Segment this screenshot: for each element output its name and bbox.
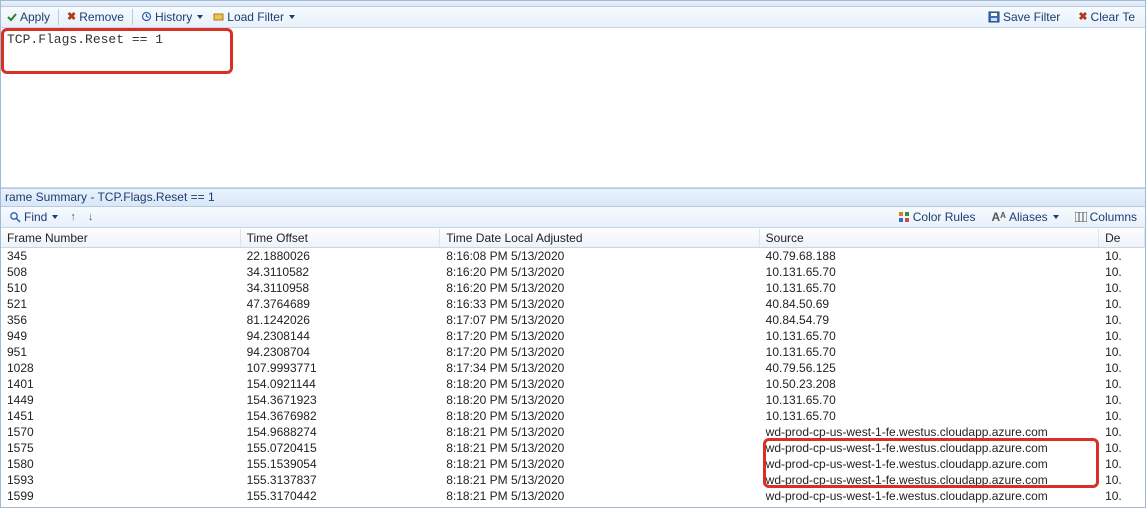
column-header-time[interactable]: Time Date Local Adjusted: [440, 229, 759, 247]
find-dropdown[interactable]: Find: [5, 209, 62, 225]
clear-button[interactable]: ✖ Clear Te: [1074, 9, 1139, 25]
table-row[interactable]: 95194.23087048:17:20 PM 5/13/202010.131.…: [1, 344, 1145, 360]
column-header-frame[interactable]: Frame Number: [1, 229, 241, 247]
table-row[interactable]: 50834.31105828:16:20 PM 5/13/202010.131.…: [1, 264, 1145, 280]
table-row[interactable]: 1580155.15390548:18:21 PM 5/13/2020wd-pr…: [1, 456, 1145, 472]
remove-label: Remove: [79, 10, 124, 24]
table-row[interactable]: 35681.12420268:17:07 PM 5/13/202040.84.5…: [1, 312, 1145, 328]
history-icon: [141, 11, 152, 22]
table-row[interactable]: 1028107.99937718:17:34 PM 5/13/202040.79…: [1, 360, 1145, 376]
column-header-source[interactable]: Source: [760, 229, 1099, 247]
column-header-dest[interactable]: De: [1099, 229, 1145, 247]
clear-icon: ✖: [1078, 10, 1087, 23]
cell-time: 8:18:21 PM 5/13/2020: [440, 503, 759, 507]
apply-label: Apply: [20, 10, 50, 24]
grid-toolbar: Find ↑ ↓ Color Rules Aᴬ Aliases Columns: [1, 207, 1145, 228]
frame-summary-title: rame Summary - TCP.Flags.Reset == 1: [5, 190, 215, 204]
table-row[interactable]: 94994.23081448:17:20 PM 5/13/202010.131.…: [1, 328, 1145, 344]
apply-icon: [7, 12, 17, 22]
table-row[interactable]: 1570154.96882748:18:21 PM 5/13/2020wd-pr…: [1, 424, 1145, 440]
save-icon: [988, 11, 1000, 23]
app-window: Apply ✖ Remove History Load Filter: [0, 0, 1146, 508]
table-row[interactable]: 34522.18800268:16:08 PM 5/13/202040.79.6…: [1, 248, 1145, 264]
table-row[interactable]: 52147.37646898:16:33 PM 5/13/202040.84.5…: [1, 296, 1145, 312]
columns-button[interactable]: Columns: [1071, 209, 1141, 225]
chevron-down-icon: [1053, 215, 1059, 219]
clear-label: Clear Te: [1091, 10, 1135, 24]
history-dropdown[interactable]: History: [137, 9, 207, 25]
find-prev-button[interactable]: ↑: [66, 210, 80, 224]
find-next-button[interactable]: ↓: [84, 210, 98, 224]
load-filter-dropdown[interactable]: Load Filter: [209, 9, 299, 25]
remove-icon: ✖: [67, 10, 76, 23]
column-header-offset[interactable]: Time Offset: [241, 229, 441, 247]
columns-label: Columns: [1090, 210, 1137, 224]
load-filter-label: Load Filter: [227, 10, 284, 24]
filter-expression-input[interactable]: TCP.Flags.Reset == 1: [1, 28, 1145, 51]
save-filter-button[interactable]: Save Filter: [984, 9, 1064, 25]
cell-dest: 10.: [1099, 503, 1145, 507]
remove-button[interactable]: ✖ Remove: [63, 9, 128, 25]
history-label: History: [155, 10, 192, 24]
table-row[interactable]: 1449154.36719238:18:20 PM 5/13/202010.13…: [1, 392, 1145, 408]
load-filter-icon: [213, 11, 224, 22]
table-row[interactable]: 1605155.39748608:18:21 PM 5/13/2020wd-pr…: [1, 504, 1145, 507]
filter-toolbar: Apply ✖ Remove History Load Filter: [1, 7, 1145, 28]
color-rules-button[interactable]: Color Rules: [894, 209, 980, 225]
separator: [58, 9, 59, 25]
cell-frame: 1605: [1, 503, 241, 507]
table-row[interactable]: 1575155.07204158:18:21 PM 5/13/2020wd-pr…: [1, 440, 1145, 456]
apply-button[interactable]: Apply: [3, 9, 54, 25]
find-label: Find: [24, 210, 47, 224]
grid-header-row: Frame Number Time Offset Time Date Local…: [1, 228, 1145, 248]
aliases-icon: Aᴬ: [991, 210, 1006, 224]
frame-grid: Frame Number Time Offset Time Date Local…: [1, 228, 1145, 507]
table-row[interactable]: 1593155.31378378:18:21 PM 5/13/2020wd-pr…: [1, 472, 1145, 488]
save-filter-label: Save Filter: [1003, 10, 1060, 24]
chevron-down-icon: [52, 215, 58, 219]
cell-offset: 155.3974860: [241, 503, 441, 507]
grid-body: 34522.18800268:16:08 PM 5/13/202040.79.6…: [1, 248, 1145, 507]
chevron-down-icon: [289, 15, 295, 19]
aliases-dropdown[interactable]: Aᴬ Aliases: [987, 209, 1062, 225]
find-icon: [9, 211, 21, 223]
table-row[interactable]: 1401154.09211448:18:20 PM 5/13/202010.50…: [1, 376, 1145, 392]
table-row[interactable]: 1599155.31704428:18:21 PM 5/13/2020wd-pr…: [1, 488, 1145, 504]
table-row[interactable]: 1451154.36769828:18:20 PM 5/13/202010.13…: [1, 408, 1145, 424]
color-rules-label: Color Rules: [913, 210, 976, 224]
color-rules-icon: [898, 211, 910, 223]
table-row[interactable]: 51034.31109588:16:20 PM 5/13/202010.131.…: [1, 280, 1145, 296]
frame-summary-header: rame Summary - TCP.Flags.Reset == 1: [1, 188, 1145, 207]
filter-expression-area[interactable]: TCP.Flags.Reset == 1: [1, 28, 1145, 188]
chevron-down-icon: [197, 15, 203, 19]
cell-source: wd-prod-cp-us-west-1-fe.westus.cloudapp.…: [760, 503, 1099, 507]
separator: [132, 9, 133, 25]
aliases-label: Aliases: [1009, 210, 1048, 224]
columns-icon: [1075, 212, 1087, 222]
